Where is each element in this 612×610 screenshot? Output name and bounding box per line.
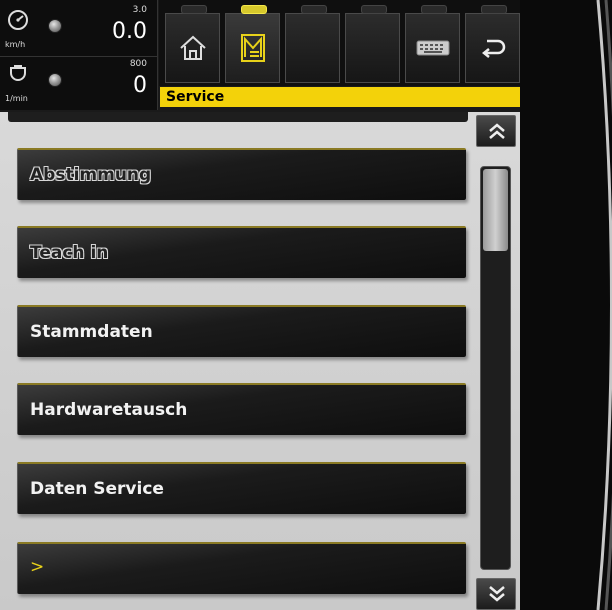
more-arrow: > [30,557,45,577]
rpm-gauge: 1/min 800 0 [0,57,157,110]
toolbar-empty-button-2[interactable] [345,5,400,83]
back-lamp [481,5,507,14]
scrollbar-track[interactable] [480,166,511,570]
menu-item-label: Stammdaten [30,322,153,342]
menu-item-more[interactable]: > [17,542,466,594]
home-button[interactable] [165,5,220,83]
menu-button[interactable] [225,5,280,83]
double-chevron-up-icon [489,123,505,139]
toolbar-empty-button-1[interactable] [285,5,340,83]
page-title: Service [166,89,225,105]
speedometer-icon [8,10,28,30]
double-chevron-down-icon [489,586,505,602]
rpm-unit: 1/min [5,94,28,103]
keyboard-icon [416,40,449,56]
keyboard-button[interactable] [405,5,460,83]
rpm-indicator-led [48,73,62,87]
page-title-bar: Service [160,87,520,107]
home-icon [179,35,206,60]
menu-item-label: Daten Service [30,479,164,499]
list-top-edge [8,112,468,122]
menu-item-label: Abstimmung [30,165,152,185]
status-panel: km/h 3.0 0.0 1/min 800 0 [0,0,158,110]
rpm-max: 800 [129,59,147,69]
rpm-value: 0 [133,73,147,98]
device-bezel [520,0,612,610]
bezel-curve [596,0,612,610]
speed-max: 3.0 [132,5,147,15]
engine-icon [10,65,26,81]
empty-lamp-1 [301,5,327,14]
speed-indicator-led [48,19,62,33]
menu-item-hardwaretausch[interactable]: Hardwaretausch [17,383,466,435]
machine-screen: km/h 3.0 0.0 1/min 800 0 Service Abstimm… [0,0,520,610]
menu-item-label: Hardwaretausch [30,400,188,420]
toolbar [159,0,520,86]
speed-gauge: km/h 3.0 0.0 [0,3,157,57]
empty-lamp-2 [361,5,387,14]
scroll-up-button[interactable] [476,115,516,147]
back-arrow-icon [481,39,505,58]
menu-item-abstimmung[interactable]: Abstimmung [17,148,466,200]
menu-icon [240,34,265,62]
speed-unit: km/h [5,40,26,49]
scrollbar-thumb[interactable] [483,169,508,251]
menu-area: Abstimmung Teach in Stammdaten Hardwaret… [0,112,520,610]
back-button[interactable] [465,5,520,83]
scroll-down-button[interactable] [476,578,516,610]
menu-lamp [241,5,267,14]
home-lamp [181,5,207,14]
menu-item-daten-service[interactable]: Daten Service [17,462,466,514]
menu-item-label: Teach in [30,243,109,263]
speed-value: 0.0 [112,19,147,44]
menu-item-stammdaten[interactable]: Stammdaten [17,305,466,357]
keyboard-lamp [421,5,447,14]
menu-item-teach-in[interactable]: Teach in [17,226,466,278]
